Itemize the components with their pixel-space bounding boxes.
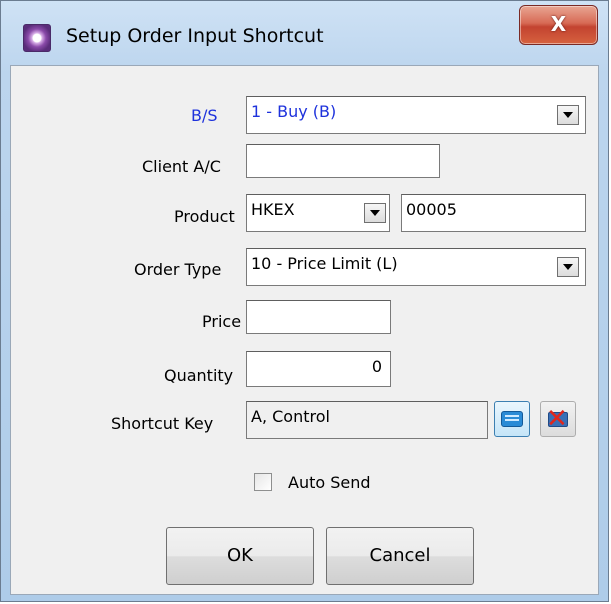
client-ac-input[interactable] (246, 144, 440, 178)
price-input[interactable] (246, 300, 391, 334)
close-button[interactable]: X (519, 5, 598, 45)
product-label: Product (174, 207, 235, 226)
shortcut-key-label: Shortcut Key (111, 414, 214, 433)
bs-dropdown-icon[interactable] (557, 105, 579, 125)
shortcut-key-value: A, Control (251, 407, 330, 426)
keyboard-icon (501, 411, 523, 427)
title-bar: Setup Order Input Shortcut X (1, 1, 608, 65)
product-exchange-value: HKEX (251, 200, 295, 219)
product-exchange-select[interactable]: HKEX (246, 194, 390, 232)
bs-select[interactable]: 1 - Buy (B) (246, 96, 586, 134)
auto-send-label[interactable]: Auto Send (288, 473, 371, 492)
order-type-selected-value: 10 - Price Limit (L) (251, 254, 398, 273)
bs-selected-value: 1 - Buy (B) (251, 102, 337, 121)
shortcut-key-display: A, Control (246, 401, 488, 439)
order-type-label: Order Type (134, 260, 222, 279)
quantity-label: Quantity (164, 366, 234, 385)
app-icon (23, 24, 51, 52)
quantity-input[interactable]: 0 (246, 351, 391, 387)
dialog-body: B/S 1 - Buy (B) Client A/C Product HKEX … (10, 65, 599, 595)
order-type-select[interactable]: 10 - Price Limit (L) (246, 248, 586, 286)
ok-button[interactable]: OK (166, 527, 314, 585)
client-ac-label: Client A/C (142, 157, 221, 176)
clear-shortcut-button[interactable]: ✕ (540, 401, 576, 437)
product-code-input[interactable]: 00005 (401, 194, 586, 232)
bs-label: B/S (191, 106, 218, 125)
order-type-dropdown-icon[interactable] (557, 257, 579, 277)
price-label: Price (202, 312, 242, 331)
product-exchange-dropdown-icon[interactable] (364, 203, 386, 223)
product-code-value: 00005 (406, 200, 457, 219)
dialog-window: Setup Order Input Shortcut X B/S 1 - Buy… (0, 0, 609, 602)
capture-shortcut-button[interactable] (494, 401, 530, 437)
window-title: Setup Order Input Shortcut (66, 25, 324, 47)
quantity-value: 0 (371, 357, 382, 376)
close-icon: X (550, 12, 567, 36)
auto-send-checkbox[interactable] (254, 473, 272, 491)
cancel-button[interactable]: Cancel (326, 527, 474, 585)
